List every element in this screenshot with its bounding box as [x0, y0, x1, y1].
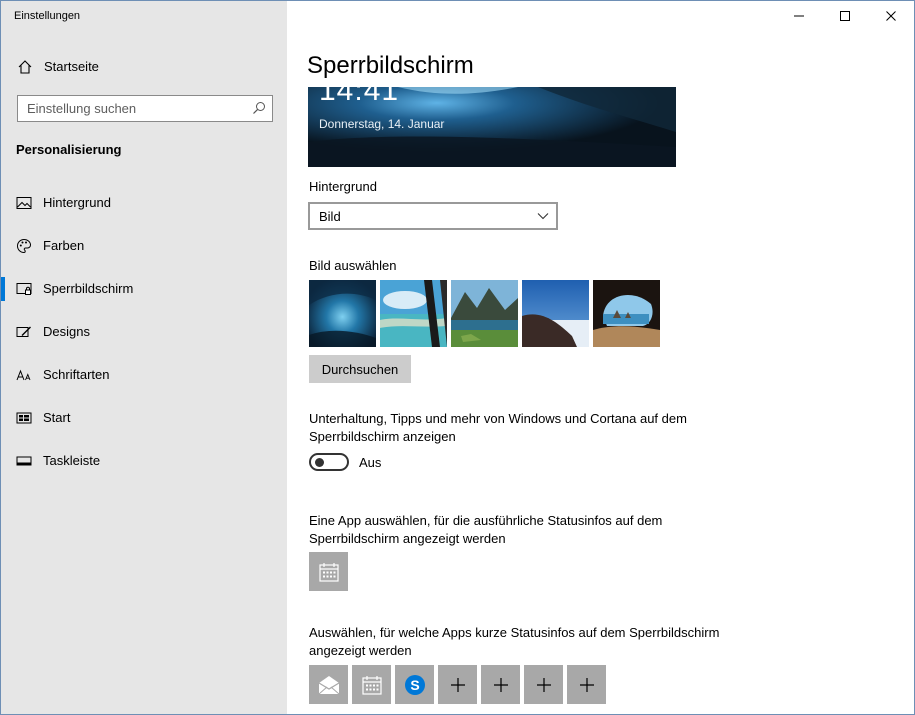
plus-icon — [493, 677, 508, 692]
sidebar-item-taskleiste[interactable]: Taskleiste — [1, 445, 287, 488]
close-button[interactable] — [868, 1, 914, 31]
quick-status-add-2[interactable] — [481, 665, 520, 704]
maximize-icon — [840, 11, 850, 21]
quick-status-skype[interactable]: S — [395, 665, 434, 704]
palette-icon — [17, 238, 32, 254]
minimize-button[interactable] — [776, 1, 822, 31]
preview-date: Donnerstag, 14. Januar — [319, 117, 445, 131]
thumbnail-coast-hill[interactable] — [522, 280, 589, 347]
sidebar-item-label: Farben — [43, 238, 85, 253]
skype-icon: S — [404, 674, 425, 695]
thumbnail-beach-window[interactable] — [380, 280, 447, 347]
home-link[interactable]: Startseite — [1, 53, 287, 81]
quick-status-apps: S — [309, 665, 606, 704]
close-icon — [886, 11, 896, 21]
thumbnail-coast-hill-image — [522, 280, 589, 347]
search-input[interactable] — [18, 96, 238, 121]
sidebar-item-label: Start — [43, 410, 71, 425]
sidebar-item-sperrbildschirm[interactable]: Sperrbildschirm — [1, 273, 287, 316]
background-dropdown[interactable]: Bild — [308, 202, 558, 230]
maximize-button[interactable] — [822, 1, 868, 31]
tips-toggle-state: Aus — [359, 455, 382, 470]
window-controls — [776, 1, 914, 31]
image-thumbnails — [309, 280, 660, 347]
sidebar-item-hintergrund[interactable]: Hintergrund — [1, 187, 287, 230]
background-dropdown-value: Bild — [319, 209, 341, 224]
page-title: Sperrbildschirm — [307, 52, 474, 79]
mail-icon — [318, 675, 339, 694]
thumbnail-ice-cave[interactable] — [309, 280, 376, 347]
minimize-icon — [794, 15, 804, 17]
sidebar-item-label: Sperrbildschirm — [43, 281, 134, 296]
calendar-icon — [361, 675, 382, 695]
quick-status-mail[interactable] — [309, 665, 348, 704]
settings-window: Einstellungen Startseite Personalisierun… — [0, 0, 915, 715]
sidebar-item-label: Schriftarten — [43, 367, 110, 382]
lock-screen-preview: 14:41 Donnerstag, 14. Januar — [308, 87, 676, 167]
toggle-knob — [315, 458, 324, 467]
sidebar-nav: Hintergrund Farben Sperrbildschirm Desig… — [1, 187, 287, 488]
image-icon — [16, 197, 32, 209]
preview-time: 14:41 — [319, 87, 400, 107]
detailed-status-label: Eine App auswählen, für die ausführliche… — [309, 513, 663, 546]
calendar-icon — [318, 562, 339, 582]
thumbnail-sea-arch-image — [593, 280, 660, 347]
plus-icon — [450, 677, 465, 692]
plus-icon — [536, 677, 551, 692]
svg-text:S: S — [410, 677, 419, 693]
thumbnail-sea-arch[interactable] — [593, 280, 660, 347]
sidebar-item-label: Designs — [43, 324, 90, 339]
sidebar-item-farben[interactable]: Farben — [1, 230, 287, 273]
sidebar: Einstellungen Startseite Personalisierun… — [1, 1, 287, 714]
designs-icon — [16, 326, 31, 337]
thumbnail-beach-window-image — [380, 280, 447, 347]
background-label: Hintergrund — [309, 179, 377, 194]
quick-status-add-3[interactable] — [524, 665, 563, 704]
sidebar-item-designs[interactable]: Designs — [1, 316, 287, 359]
plus-icon — [579, 677, 594, 692]
sidebar-item-schriftarten[interactable]: Schriftarten — [1, 359, 287, 402]
thumbnail-mountain-lake[interactable] — [451, 280, 518, 347]
chevron-down-icon — [537, 213, 549, 220]
section-title: Personalisierung — [16, 142, 122, 157]
start-icon — [16, 412, 32, 424]
detailed-status-app-calendar[interactable] — [309, 552, 348, 591]
window-title: Einstellungen — [14, 10, 81, 22]
thumbnail-ice-cave-image — [309, 280, 376, 347]
taskbar-icon — [16, 456, 32, 466]
search-box[interactable] — [17, 95, 273, 122]
search-icon[interactable] — [252, 101, 266, 115]
sidebar-item-label: Taskleiste — [43, 453, 101, 468]
quick-status-add-1[interactable] — [438, 665, 477, 704]
quick-status-add-4[interactable] — [567, 665, 606, 704]
sidebar-item-start[interactable]: Start — [1, 402, 287, 445]
tips-toggle[interactable] — [309, 453, 349, 471]
home-label: Startseite — [44, 59, 99, 74]
browse-button[interactable]: Durchsuchen — [309, 355, 411, 383]
thumbnail-mountain-lake-image — [451, 280, 518, 347]
quick-status-calendar[interactable] — [352, 665, 391, 704]
home-icon — [18, 60, 32, 74]
tips-label: Unterhaltung, Tipps und mehr von Windows… — [309, 411, 687, 444]
pick-image-label: Bild auswählen — [309, 258, 397, 273]
fonts-icon — [16, 369, 31, 381]
lock-screen-icon — [16, 283, 32, 295]
sidebar-item-label: Hintergrund — [43, 195, 111, 210]
quick-status-label: Auswählen, für welche Apps kurze Statusi… — [309, 625, 720, 658]
